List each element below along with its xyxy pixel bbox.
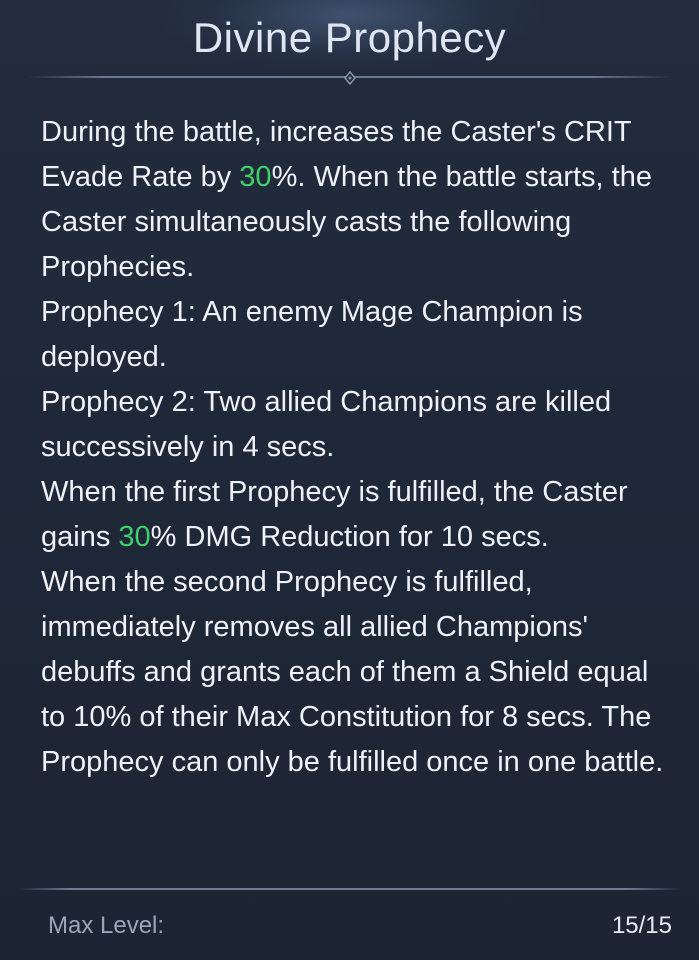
divider-diamond-icon [344, 71, 356, 85]
description-paragraph-1: During the battle, increases the Caster'… [41, 110, 666, 290]
skill-title: Divine Prophecy [192, 14, 507, 61]
description-paragraph-3: Prophecy 2: Two allied Champions are kil… [41, 386, 612, 463]
max-level-label: Max Level: [48, 912, 165, 939]
max-level-value: 15/15 [611, 912, 672, 939]
highlight-value: 30 [239, 161, 272, 193]
description-paragraph-4: When the first Prophecy is fulfilled, th… [41, 470, 666, 560]
description-paragraph-2: Prophecy 1: An enemy Mage Champion is de… [41, 296, 583, 373]
description-paragraph-5: When the second Prophecy is fulfilled, i… [41, 566, 664, 778]
description-text: % DMG Reduction for 10 secs. [150, 521, 549, 553]
skill-tooltip-panel: Divine Prophecy During the battle, incre… [0, 0, 699, 960]
highlight-value: 30 [118, 521, 151, 553]
skill-description: During the battle, increases the Caster'… [41, 110, 666, 785]
footer-divider [18, 888, 681, 890]
